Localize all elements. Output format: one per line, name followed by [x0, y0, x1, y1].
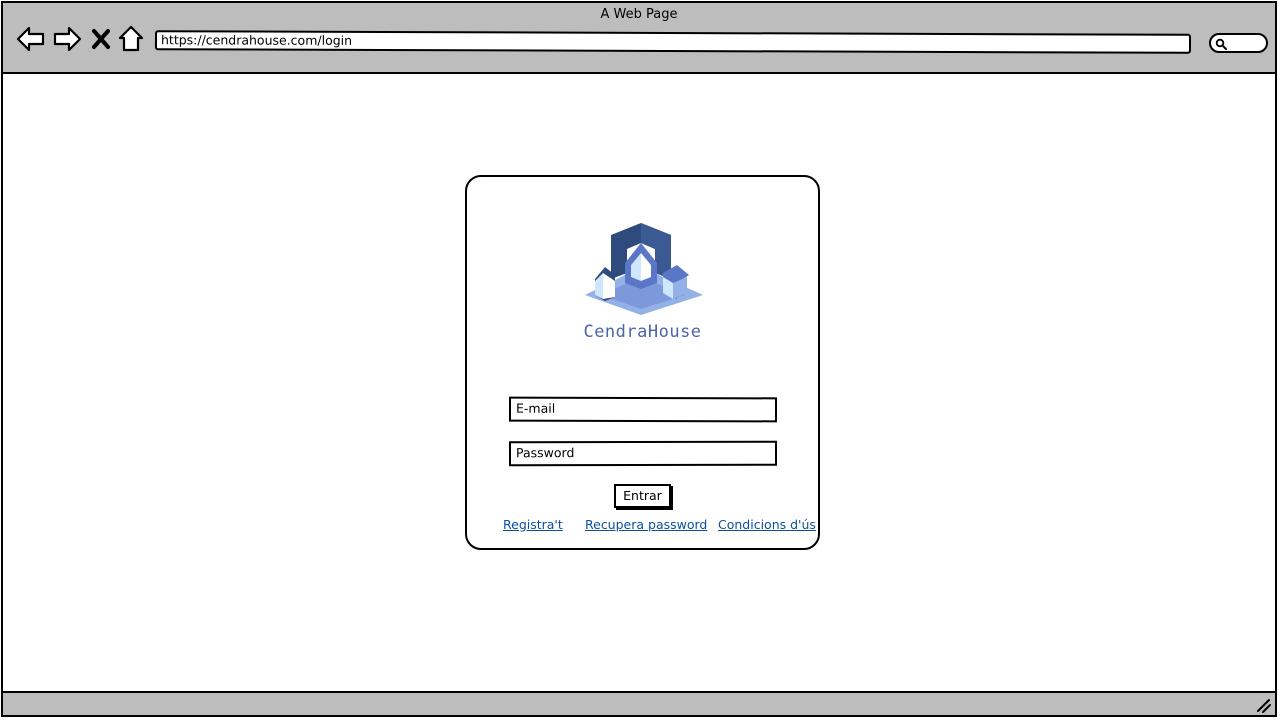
forward-icon[interactable] — [51, 23, 83, 55]
recover-password-link[interactable]: Recupera password — [585, 517, 707, 532]
cendrahouse-logo — [585, 223, 703, 315]
email-field[interactable]: E-mail — [508, 396, 778, 423]
home-icon[interactable] — [117, 23, 145, 55]
resize-grip-icon[interactable] — [1255, 697, 1271, 713]
terms-link[interactable]: Condicions d'ús — [718, 517, 816, 532]
login-card: CendraHouse E-mail Password Entrar Regis… — [465, 175, 820, 550]
close-icon[interactable] — [89, 23, 113, 55]
browser-window: A Web Page https://cendrahouse.com/login — [1, 1, 1277, 717]
search-field[interactable] — [1209, 33, 1268, 53]
brand-name: CendraHouse — [583, 322, 702, 342]
browser-toolbar: A Web Page https://cendrahouse.com/login — [3, 3, 1275, 74]
status-bar — [3, 691, 1275, 715]
login-button[interactable]: Entrar — [614, 484, 671, 508]
back-icon[interactable] — [15, 23, 47, 55]
search-icon — [1215, 38, 1227, 50]
window-title: A Web Page — [600, 7, 678, 22]
url-input[interactable]: https://cendrahouse.com/login — [154, 30, 1192, 54]
register-link[interactable]: Registra't — [503, 517, 563, 532]
password-field[interactable]: Password — [508, 440, 778, 467]
